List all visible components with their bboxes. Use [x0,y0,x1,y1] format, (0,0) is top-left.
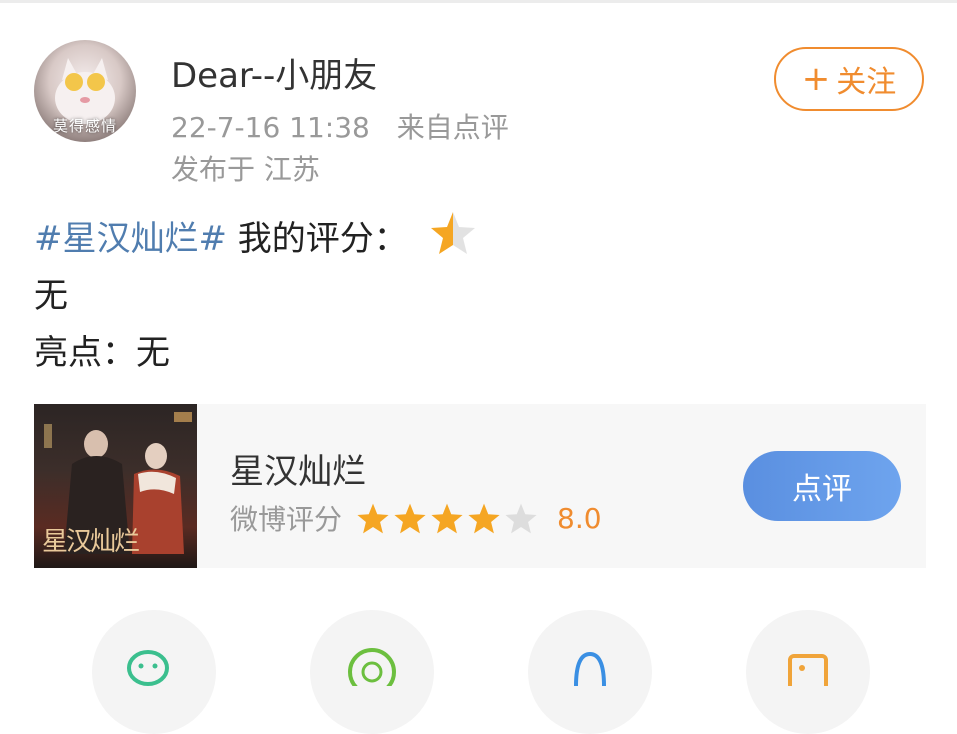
star-filled-icon [468,503,500,533]
avatar-caption: 莫得感情 [52,117,117,135]
wechat-icon [127,650,169,686]
qq-icon [574,651,606,686]
score-stars [356,502,541,535]
share-wechat-button[interactable] [92,610,216,734]
poster-title: 星汉灿烂 [42,527,140,557]
post-source: 来自点评 [396,111,509,144]
post-line-2: 无 [34,276,68,316]
movie-card[interactable]: 星汉灿烂 星汉灿烂 微博评分 8.0 点评 [34,404,926,568]
star-filled-icon [394,503,426,533]
score-row: 微博评分 8.0 [230,498,602,538]
post-datetime: 22-7-16 11:38 [171,111,370,144]
post-content: #星汉灿烂# 我的评分： 无 亮点：无 [34,210,477,382]
rating-label: 我的评分： [237,219,408,259]
half-star-icon [430,212,475,254]
hashtag-link[interactable]: #星汉灿烂# [34,219,227,259]
top-divider [0,0,957,3]
post-line-3: 亮点：无 [34,333,170,373]
share-moments-button[interactable] [310,610,434,734]
share-save-image-button[interactable] [746,610,870,734]
movie-title[interactable]: 星汉灿烂 [230,444,366,493]
moments-icon [348,648,396,686]
post-line-rating: #星汉灿烂# 我的评分： [34,210,477,268]
follow-button[interactable]: + 关注 [774,47,924,111]
star-filled-icon [431,503,463,533]
plus-icon: + [801,59,831,99]
username[interactable]: Dear--小朋友 [171,48,377,97]
share-qq-button[interactable] [528,610,652,734]
star-filled-icon [357,503,389,533]
star-empty-icon [505,503,537,533]
follow-label: 关注 [836,65,897,100]
post-meta: 22-7-16 11:38 来自点评 [171,106,509,146]
avatar[interactable]: 莫得感情 [34,40,136,142]
movie-poster[interactable]: 星汉灿烂 [34,404,197,568]
score-value: 8.0 [557,501,602,535]
post-location: 发布于 江苏 [171,153,320,186]
save-image-icon [788,654,828,686]
score-label: 微博评分 [230,503,343,536]
share-row [0,610,957,734]
review-button[interactable]: 点评 [743,451,901,521]
